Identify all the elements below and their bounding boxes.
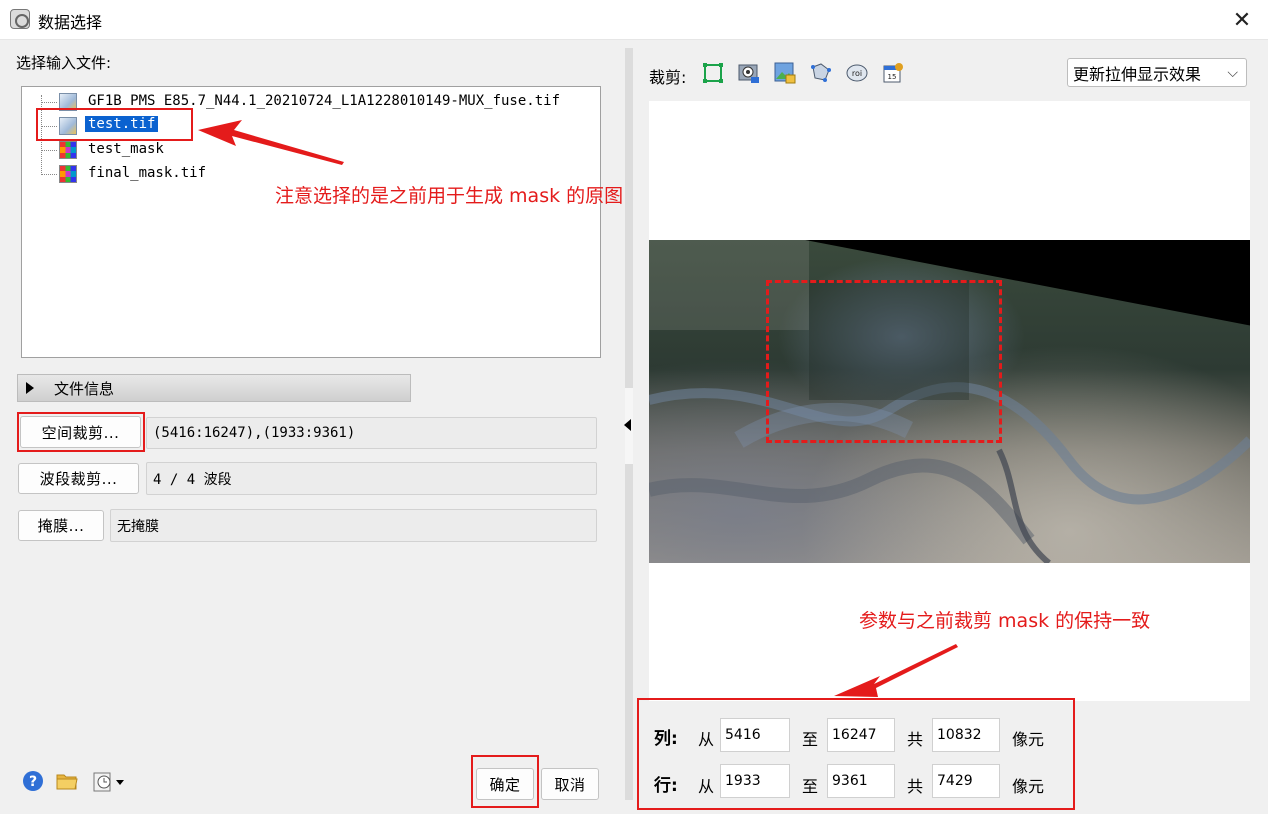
column-from-label: 从 — [698, 730, 715, 749]
column-to-input[interactable]: 16247 — [827, 718, 895, 752]
vector-subset-icon[interactable] — [810, 62, 832, 84]
annotation-arrow-icon — [834, 644, 958, 697]
tree-item-file-3[interactable]: test_mask — [88, 141, 164, 157]
tree-connector — [41, 174, 57, 175]
row-total-label: 共 — [907, 777, 924, 796]
stretch-dropdown-value: 更新拉伸显示效果 — [1073, 64, 1202, 84]
band-subset-button[interactable]: 波段裁剪... — [18, 463, 139, 494]
highlight-box-spatial-subset — [17, 412, 145, 452]
column-unit-label: 像元 — [1012, 730, 1045, 749]
tree-item-file-4[interactable]: final_mask.tif — [88, 165, 206, 181]
roi-subset-icon[interactable]: roi — [846, 62, 868, 84]
close-button[interactable]: ✕ — [1222, 5, 1262, 35]
crop-rectangle-icon[interactable] — [702, 62, 724, 84]
title-bar: 数据选择 ✕ — [0, 0, 1268, 40]
annotation-file-note: 注意选择的是之前用于生成 mask 的原图 — [275, 185, 624, 207]
column-total-label: 共 — [907, 730, 924, 749]
svg-text:roi: roi — [852, 69, 862, 78]
tree-connector — [41, 102, 57, 103]
collapse-arrow-icon[interactable] — [624, 419, 631, 431]
subset-region-box[interactable] — [766, 280, 1002, 443]
file-info-section[interactable]: 文件信息 — [17, 374, 411, 402]
tree-item-file-1[interactable]: GF1B_PMS_E85.7_N44.1_20210724_L1A1228010… — [88, 93, 560, 109]
view-subset-icon[interactable] — [738, 62, 760, 84]
row-to-label: 至 — [802, 777, 819, 796]
svg-text:15: 15 — [888, 73, 897, 81]
column-from-input[interactable]: 5416 — [720, 718, 790, 752]
mask-grid-icon — [59, 165, 77, 183]
column-label: 列: — [654, 729, 678, 749]
file-info-label: 文件信息 — [54, 379, 115, 398]
help-icon[interactable]: ? — [22, 770, 44, 792]
band-subset-value: 4 / 4 波段 — [146, 462, 597, 495]
row-unit-label: 像元 — [1012, 777, 1045, 796]
spatial-subset-value: (5416:16247),(1933:9361) — [146, 417, 597, 449]
row-from-label: 从 — [698, 777, 715, 796]
calendar-subset-icon[interactable]: 15 — [882, 62, 904, 84]
window-title: 数据选择 — [38, 13, 103, 32]
input-files-label: 选择输入文件: — [16, 54, 112, 72]
cancel-button[interactable]: 取消 — [541, 768, 599, 800]
mask-grid-icon — [59, 141, 77, 159]
mask-value: 无掩膜 — [110, 509, 597, 542]
expand-triangle-icon — [26, 382, 34, 394]
column-to-label: 至 — [802, 730, 819, 749]
row-to-input[interactable]: 9361 — [827, 764, 895, 798]
subset-label: 裁剪: — [649, 68, 687, 87]
tree-connector — [41, 150, 57, 151]
svg-text:?: ? — [29, 774, 37, 790]
annotation-arrow-icon — [198, 120, 344, 165]
mask-button[interactable]: 掩膜... — [18, 510, 104, 541]
annotation-param-note: 参数与之前裁剪 mask 的保持一致 — [859, 610, 1151, 632]
highlight-box-selected-file — [36, 108, 193, 141]
highlight-box-ok — [471, 755, 539, 808]
column-total-input[interactable]: 10832 — [932, 718, 1000, 752]
image-subset-icon[interactable] — [774, 62, 796, 84]
stretch-dropdown[interactable]: 更新拉伸显示效果 ⌵ — [1067, 58, 1247, 87]
app-icon — [10, 9, 30, 29]
history-dropdown-icon[interactable] — [92, 770, 128, 792]
row-total-input[interactable]: 7429 — [932, 764, 1000, 798]
row-from-input[interactable]: 1933 — [720, 764, 790, 798]
row-label: 行: — [654, 776, 678, 796]
open-folder-icon[interactable] — [56, 770, 78, 792]
chevron-down-icon: ⌵ — [1227, 65, 1238, 81]
